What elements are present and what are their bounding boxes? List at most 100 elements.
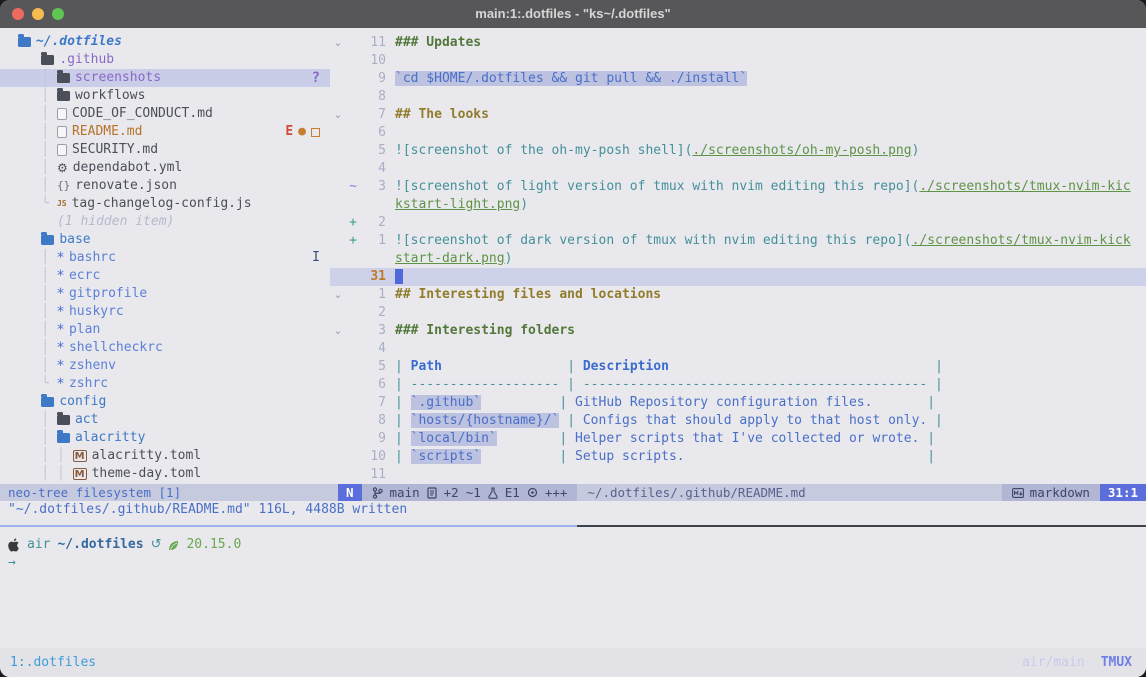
toml-icon: M <box>73 450 87 462</box>
tree-item[interactable]: │ README.mdE● <box>0 123 330 141</box>
neo-tree-items: ~/.dotfiles .github │ screenshots? │ wor… <box>0 33 330 483</box>
editor-line[interactable]: 6| ------------------- | ---------------… <box>330 376 1146 394</box>
tree-item-label: config <box>59 393 106 411</box>
line-number: 7 <box>360 106 386 124</box>
indent-guide: │ <box>10 159 57 177</box>
tree-item[interactable]: │ │ Malacritty.toml <box>0 447 330 465</box>
editor-line[interactable]: 6 <box>330 124 1146 142</box>
gutter-sign <box>346 160 360 178</box>
tree-item[interactable]: │ {}renovate.json <box>0 177 330 195</box>
fold-marker <box>330 142 346 160</box>
folder-open-icon <box>57 433 70 443</box>
editor-line[interactable]: 8 <box>330 88 1146 106</box>
line-number: 10 <box>360 448 386 466</box>
editor-line[interactable]: 4 <box>330 160 1146 178</box>
tree-item[interactable]: │ SECURITY.md <box>0 141 330 159</box>
editor-line[interactable]: 4 <box>330 340 1146 358</box>
line-number: 7 <box>360 394 386 412</box>
editor-line[interactable]: 9`cd $HOME/.dotfiles && git pull && ./in… <box>330 70 1146 88</box>
editor-line[interactable]: ⌄3### Interesting folders <box>330 322 1146 340</box>
tmux-session-name: air/main <box>1022 654 1085 672</box>
tree-item-markers: E● <box>285 123 320 141</box>
diagnostics-count: E1 <box>505 484 520 501</box>
fold-marker: ⌄ <box>330 34 346 52</box>
indent-guide: │ <box>10 321 57 339</box>
editor-line[interactable]: 11 <box>330 466 1146 484</box>
tree-item[interactable]: │ *shellcheckrc <box>0 339 330 357</box>
tmux-window-tab[interactable]: 1:.dotfiles <box>10 654 96 672</box>
editor-line[interactable]: 10 <box>330 52 1146 70</box>
fold-marker <box>330 394 346 412</box>
fold-marker <box>330 340 346 358</box>
editor-line[interactable]: ⌄11### Updates <box>330 34 1146 52</box>
tree-item[interactable]: .github <box>0 51 330 69</box>
tree-item[interactable]: base <box>0 231 330 249</box>
tree-item[interactable]: │ │ Mtheme-day.toml <box>0 465 330 483</box>
editor-line[interactable]: 10| `scripts` | Setup scripts. | <box>330 448 1146 466</box>
tree-item[interactable]: │ *zshenv <box>0 357 330 375</box>
tree-item[interactable]: └ JStag-changelog-config.js <box>0 195 330 213</box>
editor-line[interactable]: 9| `local/bin` | Helper scripts that I'v… <box>330 430 1146 448</box>
editor-line[interactable]: 7| `.github` | GitHub Repository configu… <box>330 394 1146 412</box>
line-text: start-dark.png) <box>395 250 512 268</box>
editor-line[interactable]: ⌄7## The looks <box>330 106 1146 124</box>
tree-item[interactable]: │ alacritty <box>0 429 330 447</box>
apple-icon <box>8 538 20 552</box>
line-number: 1 <box>360 286 386 304</box>
editor-line[interactable]: 2 <box>330 304 1146 322</box>
star-icon: * <box>57 267 64 285</box>
line-number: 2 <box>360 304 386 322</box>
editor-line[interactable]: 5![screenshot of the oh-my-posh shell](.… <box>330 142 1146 160</box>
editor-lines: ⌄11### Updates109`cd $HOME/.dotfiles && … <box>330 34 1146 484</box>
tree-item[interactable]: │ screenshots? <box>0 69 330 87</box>
gutter-sign <box>346 448 360 466</box>
editor-line[interactable]: 5| Path | Description | <box>330 358 1146 376</box>
indent-guide: │ <box>10 285 57 303</box>
fold-marker <box>330 466 346 484</box>
tree-item-label: act <box>75 411 98 429</box>
shell-pane[interactable]: air ~/.dotfiles ↺ 20.15.0 → <box>0 527 1146 648</box>
fold-marker: ⌄ <box>330 322 346 340</box>
editor-line[interactable]: kstart-light.png) <box>330 196 1146 214</box>
tree-item[interactable]: │ *ecrc <box>0 267 330 285</box>
hunks-icon <box>527 487 538 498</box>
tree-item[interactable]: │ workflows <box>0 87 330 105</box>
tree-item[interactable]: │ *gitprofile <box>0 285 330 303</box>
tmux-pane-border[interactable] <box>0 525 1146 527</box>
tree-item[interactable]: │ act <box>0 411 330 429</box>
line-number: 11 <box>360 466 386 484</box>
editor-line[interactable]: +2 <box>330 214 1146 232</box>
tree-item[interactable]: │ *plan <box>0 321 330 339</box>
fold-marker <box>330 268 346 286</box>
gutter-sign <box>346 286 360 304</box>
tree-item[interactable]: │ ⚙dependabot.yml <box>0 159 330 177</box>
fold-marker <box>330 376 346 394</box>
gutter-sign <box>346 250 360 268</box>
tree-item[interactable]: │ CODE_OF_CONDUCT.md <box>0 105 330 123</box>
prompt-host: air <box>27 536 50 554</box>
indent-guide <box>10 213 57 231</box>
fold-marker <box>330 304 346 322</box>
editor-line[interactable]: ~3![screenshot of light version of tmux … <box>330 178 1146 196</box>
fold-marker <box>330 232 346 250</box>
editor-line[interactable]: start-dark.png) <box>330 250 1146 268</box>
indent-guide: │ <box>10 429 57 447</box>
editor-line[interactable]: ⌄1## Interesting files and locations <box>330 286 1146 304</box>
line-number: 11 <box>360 34 386 52</box>
tree-item[interactable]: └ *zshrc <box>0 375 330 393</box>
tree-item[interactable]: (1 hidden item) <box>0 213 330 231</box>
tree-item-label: base <box>59 231 90 249</box>
indent-guide: │ <box>10 177 57 195</box>
tree-item[interactable]: ~/.dotfiles <box>0 33 330 51</box>
titlebar: main:1:.dotfiles - "ks~/.dotfiles" <box>0 0 1146 28</box>
fold-marker: ⌄ <box>330 286 346 304</box>
fold-marker <box>330 412 346 430</box>
editor-line[interactable]: 8| `hosts/{hostname}/` | Configs that sh… <box>330 412 1146 430</box>
tree-item[interactable]: │ *bashrcI <box>0 249 330 267</box>
tree-item[interactable]: config <box>0 393 330 411</box>
indent-guide: │ <box>10 69 57 87</box>
editor-line[interactable]: 31 <box>330 268 1146 286</box>
tree-item[interactable]: │ *huskyrc <box>0 303 330 321</box>
editor-line[interactable]: +1![screenshot of dark version of tmux w… <box>330 232 1146 250</box>
line-text: `cd $HOME/.dotfiles && git pull && ./ins… <box>395 70 747 88</box>
